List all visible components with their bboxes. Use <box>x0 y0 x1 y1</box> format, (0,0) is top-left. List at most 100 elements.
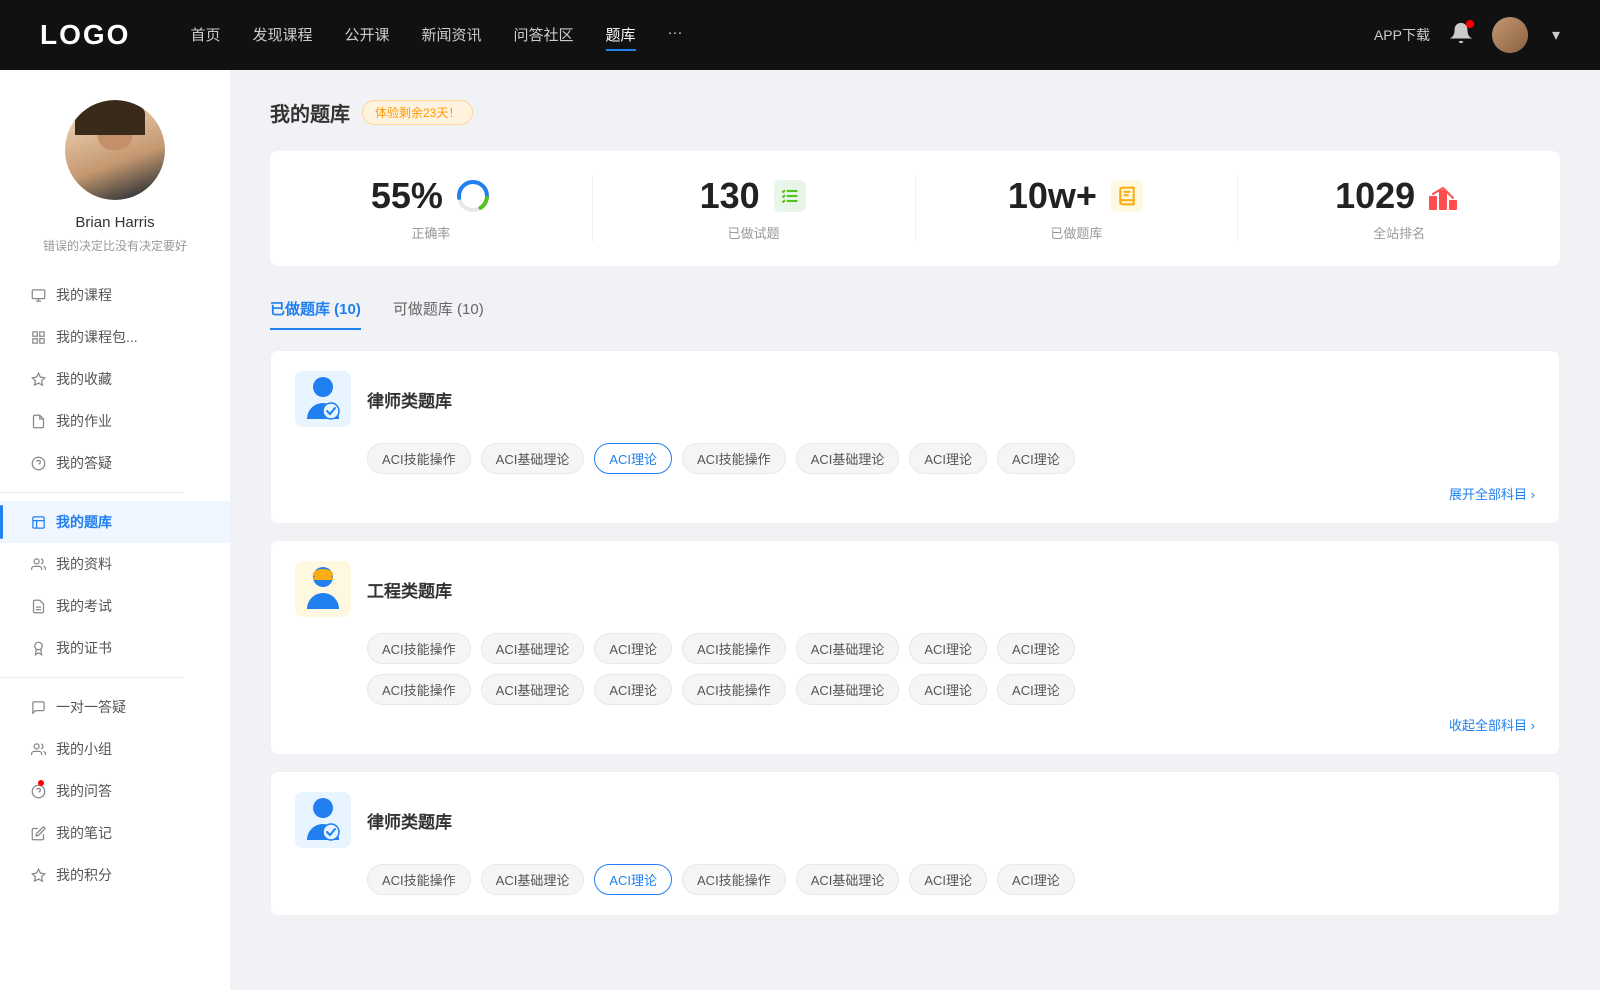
sidebar-label-my-cert: 我的证书 <box>56 638 112 658</box>
nav-more[interactable]: ··· <box>668 20 683 51</box>
sidebar: Brian Harris 错误的决定比没有决定要好 我的课程 我的课程包... … <box>0 70 230 990</box>
tag-2b-2[interactable]: ACI基础理论 <box>481 674 585 705</box>
sidebar-label-tutoring: 一对一答疑 <box>56 697 126 717</box>
qbank-title-3: 律师类题库 <box>367 808 452 833</box>
sidebar-item-tutoring[interactable]: 一对一答疑 <box>0 686 230 728</box>
tag-1-2[interactable]: ACI基础理论 <box>481 443 585 474</box>
exam-icon <box>30 598 46 614</box>
book-yellow-icon <box>1111 180 1143 212</box>
sidebar-item-my-notes[interactable]: 我的笔记 <box>0 812 230 854</box>
tag-2b-5[interactable]: ACI基础理论 <box>796 674 900 705</box>
stat-ranking-main: 1029 <box>1335 175 1463 217</box>
qbank-card-lawyer-1: 律师类题库 ACI技能操作 ACI基础理论 ACI理论 ACI技能操作 ACI基… <box>270 350 1560 524</box>
nav-open-course[interactable]: 公开课 <box>344 20 389 51</box>
tag-3-2[interactable]: ACI基础理论 <box>481 864 585 895</box>
tag-2b-1[interactable]: ACI技能操作 <box>367 674 471 705</box>
tag-1-5[interactable]: ACI基础理论 <box>796 443 900 474</box>
stat-ranking-label: 全站排名 <box>1373 223 1425 242</box>
qbank-header-2: 工程类题库 <box>295 561 1535 617</box>
sidebar-item-my-favorites[interactable]: 我的收藏 <box>0 358 230 400</box>
sidebar-label-my-exam: 我的考试 <box>56 596 112 616</box>
logo[interactable]: LOGO <box>40 19 130 51</box>
tag-3-3[interactable]: ACI理论 <box>594 864 672 895</box>
stat-accuracy-value: 55% <box>371 175 443 217</box>
stat-done-label: 已做试题 <box>728 223 780 242</box>
question-icon <box>30 455 46 471</box>
done-banks-icon <box>1109 178 1145 214</box>
lawyer-icon-1 <box>295 371 351 427</box>
star-icon <box>30 371 46 387</box>
tag-2-1[interactable]: ACI技能操作 <box>367 633 471 664</box>
sidebar-item-my-qa[interactable]: 我的问答 <box>0 770 230 812</box>
stat-done-main: 130 <box>700 175 808 217</box>
list-green-icon <box>774 180 806 212</box>
nav-qbank[interactable]: 题库 <box>606 20 636 51</box>
avatar-dropdown-icon[interactable]: ▾ <box>1552 25 1560 45</box>
page-title-row: 我的题库 体验剩余23天！ <box>270 98 1560 127</box>
nav-courses[interactable]: 发现课程 <box>252 20 312 51</box>
sidebar-item-my-group[interactable]: 我的小组 <box>0 728 230 770</box>
sidebar-item-my-package[interactable]: 我的课程包... <box>0 316 230 358</box>
nav-qa[interactable]: 问答社区 <box>514 20 574 51</box>
tab-todo-banks[interactable]: 可做题库 (10) <box>393 290 484 329</box>
stat-banks-label: 已做题库 <box>1050 223 1102 242</box>
ranking-icon <box>1427 178 1463 214</box>
cert-icon <box>30 640 46 656</box>
tabs-row: 已做题库 (10) 可做题库 (10) <box>270 290 1560 330</box>
nav-home[interactable]: 首页 <box>190 20 220 51</box>
tag-2-3[interactable]: ACI理论 <box>594 633 672 664</box>
stat-accuracy-main: 55% <box>371 175 491 217</box>
notification-dot <box>1466 20 1474 28</box>
user-avatar-wrap <box>65 100 165 200</box>
notification-bell[interactable] <box>1450 22 1472 49</box>
tag-3-7[interactable]: ACI理论 <box>997 864 1075 895</box>
sidebar-label-my-homework: 我的作业 <box>56 411 112 431</box>
tag-1-3[interactable]: ACI理论 <box>594 443 672 474</box>
expand-link-1[interactable]: 展开全部科目 › <box>295 484 1535 503</box>
app-download-button[interactable]: APP下载 <box>1374 25 1430 45</box>
tag-2b-3[interactable]: ACI理论 <box>594 674 672 705</box>
sidebar-item-my-resource[interactable]: 我的资料 <box>0 543 230 585</box>
stat-banks-main: 10w+ <box>1008 175 1145 217</box>
tag-1-4[interactable]: ACI技能操作 <box>682 443 786 474</box>
tag-3-4[interactable]: ACI技能操作 <box>682 864 786 895</box>
sidebar-label-my-question: 我的答疑 <box>56 453 112 473</box>
note-icon <box>30 825 46 841</box>
sidebar-item-my-cert[interactable]: 我的证书 <box>0 627 230 669</box>
user-avatar <box>65 100 165 200</box>
qbank-header-3: 律师类题库 <box>295 792 1535 848</box>
sidebar-item-my-question[interactable]: 我的答疑 <box>0 442 230 484</box>
qbank-title-2: 工程类题库 <box>367 577 452 602</box>
tag-3-5[interactable]: ACI基础理论 <box>796 864 900 895</box>
top-navigation: LOGO 首页 发现课程 公开课 新闻资讯 问答社区 题库 ··· APP下载 … <box>0 0 1600 70</box>
tab-done-banks[interactable]: 已做题库 (10) <box>270 290 361 329</box>
sidebar-item-my-exam[interactable]: 我的考试 <box>0 585 230 627</box>
sidebar-item-my-points[interactable]: 我的积分 <box>0 854 230 896</box>
tag-2-7[interactable]: ACI理论 <box>997 633 1075 664</box>
tag-1-7[interactable]: ACI理论 <box>997 443 1075 474</box>
qa-dot <box>38 780 44 786</box>
nav-menu: 首页 发现课程 公开课 新闻资讯 问答社区 题库 ··· <box>190 20 1374 51</box>
user-motto: 错误的决定比没有决定要好 <box>43 237 187 254</box>
tag-2b-4[interactable]: ACI技能操作 <box>682 674 786 705</box>
sidebar-label-my-favorites: 我的收藏 <box>56 369 112 389</box>
tag-1-1[interactable]: ACI技能操作 <box>367 443 471 474</box>
qbank-title-1: 律师类题库 <box>367 387 452 412</box>
tag-3-6[interactable]: ACI理论 <box>909 864 987 895</box>
sidebar-item-my-courses[interactable]: 我的课程 <box>0 274 230 316</box>
tag-2-2[interactable]: ACI基础理论 <box>481 633 585 664</box>
tag-3-1[interactable]: ACI技能操作 <box>367 864 471 895</box>
stat-accuracy-label: 正确率 <box>411 223 450 242</box>
collapse-link-2[interactable]: 收起全部科目 › <box>295 715 1535 734</box>
sidebar-divider-2 <box>0 677 184 678</box>
nav-news[interactable]: 新闻资讯 <box>422 20 482 51</box>
tag-1-6[interactable]: ACI理论 <box>909 443 987 474</box>
tag-2-5[interactable]: ACI基础理论 <box>796 633 900 664</box>
tag-2b-6[interactable]: ACI理论 <box>909 674 987 705</box>
tag-2-4[interactable]: ACI技能操作 <box>682 633 786 664</box>
tag-2b-7[interactable]: ACI理论 <box>997 674 1075 705</box>
avatar[interactable] <box>1492 17 1528 53</box>
sidebar-item-my-qbank[interactable]: 我的题库 <box>0 501 230 543</box>
sidebar-item-my-homework[interactable]: 我的作业 <box>0 400 230 442</box>
tag-2-6[interactable]: ACI理论 <box>909 633 987 664</box>
